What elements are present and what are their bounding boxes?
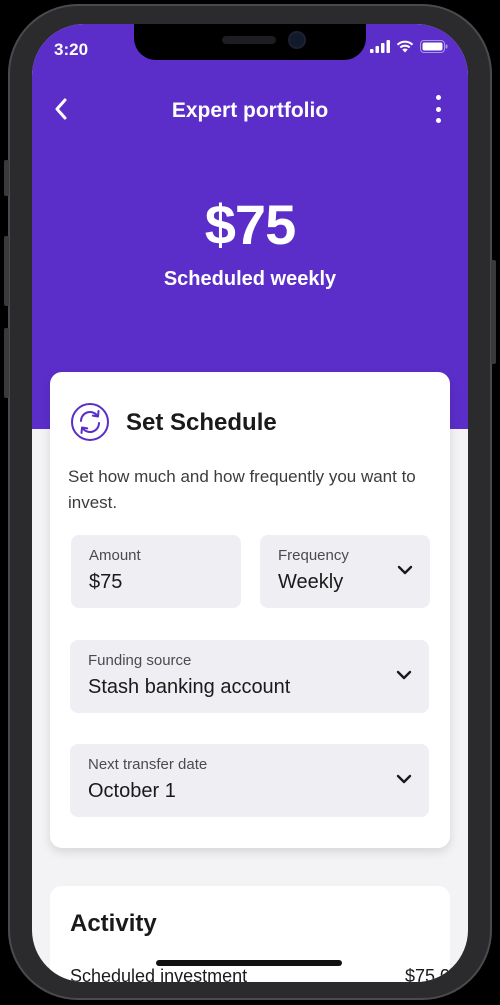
recurring-arrows-icon (71, 403, 109, 441)
next-transfer-date-select[interactable]: Next transfer date October 1 (70, 744, 429, 817)
funding-source-value: Stash banking account (88, 676, 291, 698)
chevron-down-icon (397, 565, 413, 575)
screen: 3:20 Expert portfolio $75 Scheduled week… (32, 24, 468, 982)
volume-down-button (4, 328, 9, 398)
front-camera (288, 31, 306, 49)
status-icons (370, 40, 448, 53)
chevron-down-icon (396, 774, 412, 784)
scheduled-amount: $75 (204, 193, 296, 256)
card-description: Set how much and how frequently you want… (68, 467, 416, 512)
funding-source-select[interactable]: Funding source Stash banking account (70, 640, 429, 713)
funding-source-label: Funding source (88, 652, 192, 669)
power-button (491, 260, 496, 364)
more-vertical-icon (435, 95, 441, 100)
activity-title: Activity (70, 910, 157, 937)
wifi-icon (396, 40, 414, 53)
activity-card: Activity Scheduled investment $75.00 (50, 886, 460, 982)
set-schedule-card: Set Schedule Set how much and how freque… (50, 372, 450, 848)
notch (134, 24, 366, 60)
amount-label: Amount (89, 547, 141, 564)
page-title: Expert portfolio (171, 99, 329, 122)
schedule-frequency-subtitle: Scheduled weekly (163, 268, 337, 290)
silent-switch (4, 160, 9, 196)
battery-icon (420, 40, 448, 53)
more-vertical-icon (435, 106, 441, 112)
more-vertical-icon (435, 118, 441, 123)
amount-field[interactable]: Amount $75 (71, 535, 241, 608)
card-title: Set Schedule (126, 409, 277, 436)
amount-value: $75 (89, 571, 123, 593)
next-transfer-date-value: October 1 (88, 780, 176, 802)
activity-row-value: $75.00 (404, 966, 460, 982)
status-time: 3:20 (54, 40, 89, 59)
frequency-value: Weekly (278, 571, 344, 593)
speaker (222, 36, 276, 44)
frequency-select[interactable]: Frequency Weekly (260, 535, 430, 608)
home-indicator[interactable] (156, 960, 342, 966)
cellular-signal-icon (370, 40, 390, 53)
activity-row-label[interactable]: Scheduled investment (70, 966, 247, 982)
next-transfer-date-label: Next transfer date (88, 756, 208, 773)
more-options-button[interactable] (428, 92, 448, 126)
volume-up-button (4, 236, 9, 306)
frequency-label: Frequency (278, 547, 349, 564)
chevron-down-icon (396, 670, 412, 680)
